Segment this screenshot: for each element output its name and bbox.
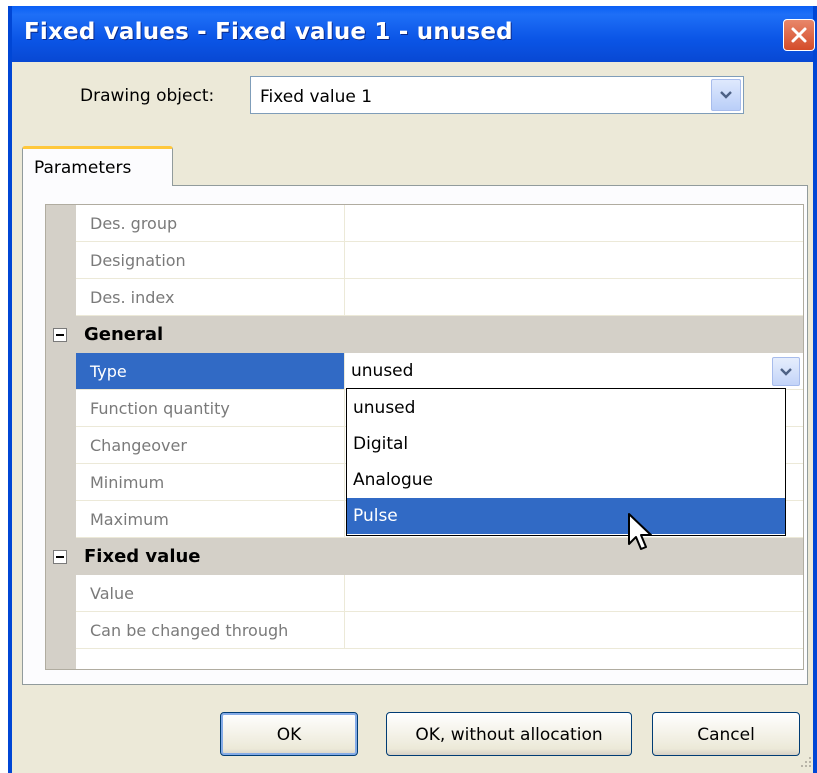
close-icon: [791, 27, 807, 43]
type-select[interactable]: unused: [345, 353, 803, 390]
property-name: Minimum: [76, 464, 345, 501]
drawing-object-value: Fixed value 1: [260, 87, 373, 107]
window-title: Fixed values - Fixed value 1 - unused: [24, 19, 513, 45]
grid-row-value[interactable]: Value: [46, 575, 803, 612]
close-button[interactable]: [783, 19, 815, 51]
property-name: Designation: [76, 242, 345, 279]
property-name: Changeover: [76, 427, 345, 464]
property-value[interactable]: [345, 575, 803, 612]
type-value: unused: [351, 361, 414, 381]
property-name: Can be changed through: [76, 612, 345, 649]
category-general[interactable]: General: [46, 316, 803, 353]
property-name: Value: [76, 575, 345, 612]
category-general-label: General: [84, 324, 164, 345]
property-name: Type: [76, 353, 345, 390]
category-fixed-value-label: Fixed value: [84, 546, 201, 567]
resize-grip-icon[interactable]: [799, 755, 813, 769]
grid-row-des-index[interactable]: Des. index: [46, 279, 803, 316]
tab-parameters[interactable]: Parameters: [22, 146, 173, 186]
dropdown-option-pulse[interactable]: Pulse: [347, 498, 785, 534]
grid-row-designation[interactable]: Designation: [46, 242, 803, 279]
tab-parameters-label: Parameters: [34, 158, 132, 178]
type-dropdown-button[interactable]: [772, 357, 800, 386]
property-value[interactable]: [345, 279, 803, 316]
cancel-button[interactable]: Cancel: [652, 712, 800, 756]
dropdown-option-analogue[interactable]: Analogue: [347, 462, 785, 498]
title-bar[interactable]: Fixed values - Fixed value 1 - unused: [12, 6, 815, 62]
property-name: Function quantity: [76, 390, 345, 427]
drawing-object-label: Drawing object:: [80, 86, 215, 106]
mouse-pointer-icon: [628, 513, 652, 550]
drawing-object-dropdown-button[interactable]: [711, 79, 741, 111]
grid-row-des-group[interactable]: Des. group: [46, 205, 803, 242]
property-value[interactable]: [345, 205, 803, 242]
property-name: Des. index: [76, 279, 345, 316]
property-value[interactable]: [345, 612, 803, 649]
property-value[interactable]: [345, 242, 803, 279]
category-fixed-value[interactable]: Fixed value: [46, 538, 803, 575]
drawing-object-select[interactable]: Fixed value 1: [250, 76, 744, 114]
type-dropdown-list[interactable]: unused Digital Analogue Pulse: [346, 388, 786, 536]
grid-row-can-be-changed-through[interactable]: Can be changed through: [46, 612, 803, 649]
chevron-down-icon: [720, 91, 732, 99]
ok-button[interactable]: OK: [220, 712, 358, 756]
ok-without-allocation-button[interactable]: OK, without allocation: [386, 712, 632, 756]
collapse-icon[interactable]: [53, 328, 67, 342]
property-name: Maximum: [76, 501, 345, 538]
chevron-down-icon: [780, 368, 792, 376]
grid-row-type[interactable]: Type unused: [46, 353, 803, 390]
property-name: Des. group: [76, 205, 345, 242]
dropdown-option-digital[interactable]: Digital: [347, 426, 785, 462]
dropdown-option-unused[interactable]: unused: [347, 390, 785, 426]
collapse-icon[interactable]: [53, 550, 67, 564]
